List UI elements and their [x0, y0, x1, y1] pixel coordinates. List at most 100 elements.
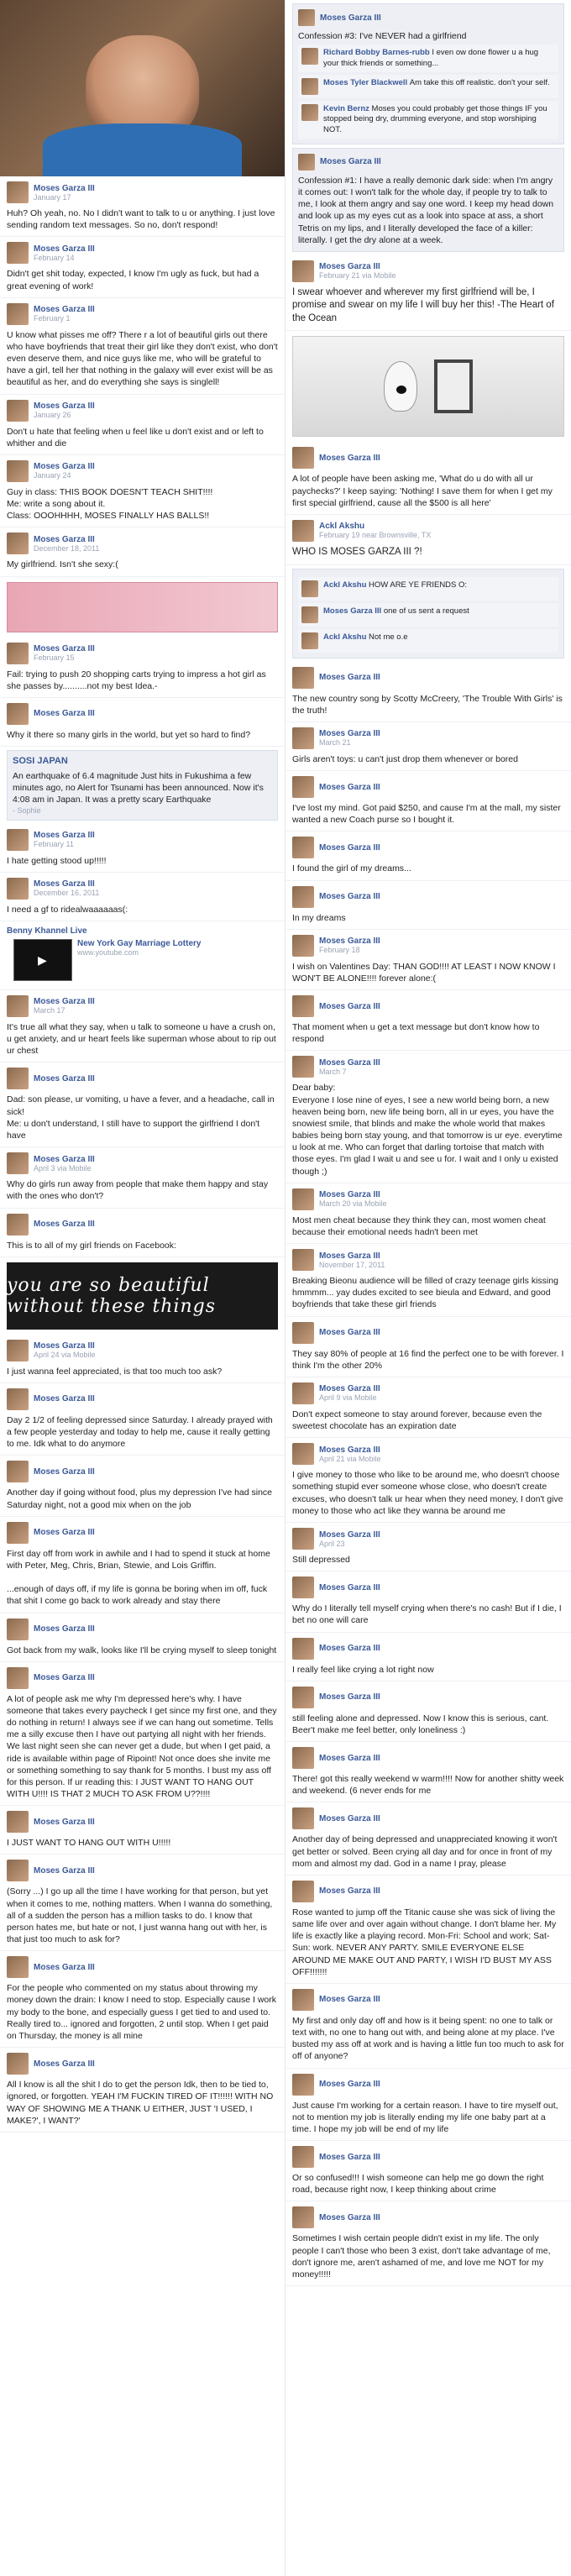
avatar[interactable]: [292, 519, 314, 542]
avatar[interactable]: [7, 2053, 29, 2075]
comment-author[interactable]: Richard Bobby Barnes-rubb: [323, 48, 432, 57]
author-name[interactable]: Moses Garza III: [34, 1963, 95, 1972]
author-name[interactable]: Moses Garza III: [319, 936, 380, 946]
video-attachment[interactable]: New York Gay Marriage Lotterywww.youtube…: [13, 938, 271, 981]
author-name[interactable]: Moses Garza III: [319, 2153, 380, 2162]
post-time[interactable]: April 21 via Mobile: [319, 1455, 381, 1463]
avatar[interactable]: [292, 837, 314, 859]
post-time[interactable]: April 3 via Mobile: [34, 1164, 95, 1173]
avatar[interactable]: [292, 2073, 314, 2096]
author-name[interactable]: Moses Garza III: [34, 184, 95, 193]
avatar[interactable]: [292, 1188, 314, 1210]
post-time[interactable]: March 20 via Mobile: [319, 1199, 387, 1208]
page-name[interactable]: SOSI JAPAN: [13, 756, 272, 766]
avatar[interactable]: [292, 1249, 314, 1272]
author-name[interactable]: Moses Garza III: [34, 462, 95, 471]
avatar[interactable]: [292, 260, 314, 282]
post-time[interactable]: February 18: [319, 946, 380, 954]
author-name[interactable]: Moses Garza III: [319, 673, 380, 682]
post-time[interactable]: December 16, 2011: [34, 889, 99, 897]
author-name[interactable]: Moses Garza III: [34, 1155, 95, 1164]
author-name[interactable]: Moses Garza III: [34, 244, 95, 254]
author-name[interactable]: Moses Garza III: [34, 1528, 95, 1537]
avatar[interactable]: [292, 934, 314, 957]
avatar[interactable]: [7, 1068, 29, 1090]
author-name[interactable]: Moses Garza III: [34, 1818, 95, 1827]
avatar[interactable]: [301, 103, 318, 121]
author-name[interactable]: Moses Garza III: [319, 1530, 380, 1540]
avatar[interactable]: [7, 642, 29, 664]
post-time[interactable]: January 26: [34, 411, 95, 419]
post-time[interactable]: April 23: [319, 1540, 380, 1548]
author-name[interactable]: Moses Garza III: [34, 535, 99, 544]
avatar[interactable]: [292, 885, 314, 908]
author-name[interactable]: Moses Garza III: [319, 262, 396, 271]
author-name[interactable]: Moses Garza III: [34, 1220, 95, 1229]
avatar[interactable]: [292, 1747, 314, 1770]
avatar[interactable]: [292, 1321, 314, 1344]
author-name[interactable]: Moses Garza III: [319, 1445, 381, 1455]
post-time[interactable]: December 18, 2011: [34, 544, 99, 553]
avatar[interactable]: [7, 877, 29, 900]
author-name[interactable]: Moses Garza III: [319, 843, 380, 853]
author-name[interactable]: Moses Garza III: [319, 1814, 380, 1823]
author-name[interactable]: Moses Garza III: [319, 454, 380, 463]
avatar[interactable]: [292, 2146, 314, 2169]
avatar[interactable]: [292, 1988, 314, 2011]
author-name[interactable]: Ackl Akshu: [319, 522, 431, 531]
comment-author[interactable]: Moses Tyler Blackwell: [323, 78, 410, 87]
avatar[interactable]: [292, 1528, 314, 1550]
avatar[interactable]: [292, 1577, 314, 1599]
avatar[interactable]: [301, 606, 318, 623]
avatar[interactable]: [292, 1443, 314, 1466]
avatar[interactable]: [7, 1860, 29, 1882]
avatar[interactable]: [301, 580, 318, 597]
avatar[interactable]: [7, 1956, 29, 1979]
post-time[interactable]: January 17: [34, 193, 95, 202]
author-name[interactable]: Moses Garza III: [319, 1692, 380, 1702]
author-name[interactable]: Moses Garza III: [34, 1394, 95, 1403]
author-name[interactable]: Moses Garza III: [319, 1583, 380, 1592]
comment-author[interactable]: Moses Garza III: [323, 606, 384, 616]
avatar[interactable]: [7, 1152, 29, 1175]
avatar[interactable]: [7, 1388, 29, 1410]
avatar[interactable]: [7, 1213, 29, 1236]
avatar[interactable]: [7, 1521, 29, 1544]
comment-author[interactable]: Kevin Bernz: [323, 104, 372, 113]
author-name[interactable]: Moses Garza III: [319, 2213, 380, 2222]
author-name[interactable]: Moses Garza III: [34, 2059, 95, 2069]
author-name[interactable]: Moses Garza III: [34, 1624, 95, 1634]
author-name[interactable]: Moses Garza III: [34, 1467, 95, 1477]
author-name[interactable]: Moses Garza III: [319, 892, 380, 901]
author-name[interactable]: Moses Garza III: [319, 1328, 380, 1337]
author-name[interactable]: Moses Garza III: [319, 1384, 380, 1393]
author-name[interactable]: Moses Garza III: [319, 1644, 380, 1653]
author-name[interactable]: Moses Garza III: [34, 709, 95, 718]
avatar[interactable]: [292, 995, 314, 1018]
post-time[interactable]: February 15: [34, 653, 95, 662]
post-time[interactable]: February 1: [34, 314, 95, 323]
avatar[interactable]: [7, 1666, 29, 1689]
video-title[interactable]: New York Gay Marriage Lottery: [77, 939, 201, 948]
avatar[interactable]: [301, 77, 318, 95]
post-time[interactable]: February 11: [34, 840, 95, 848]
avatar[interactable]: [292, 1637, 314, 1660]
avatar[interactable]: [292, 1056, 314, 1078]
post-time[interactable]: April 9 via Mobile: [319, 1393, 380, 1402]
author-name[interactable]: Moses Garza III: [319, 1251, 385, 1261]
author-name[interactable]: Moses Garza III: [34, 1866, 95, 1876]
post-time[interactable]: February 14: [34, 254, 95, 262]
post-time[interactable]: April 24 via Mobile: [34, 1351, 96, 1359]
avatar[interactable]: [7, 533, 29, 555]
avatar[interactable]: [7, 242, 29, 265]
author-name[interactable]: Moses Garza III: [34, 644, 95, 653]
avatar[interactable]: [292, 1686, 314, 1708]
avatar[interactable]: [301, 632, 318, 649]
avatar[interactable]: [7, 994, 29, 1017]
avatar[interactable]: [7, 1461, 29, 1483]
post-time[interactable]: February 21 via Mobile: [319, 271, 396, 280]
avatar[interactable]: [7, 828, 29, 851]
author-name[interactable]: Moses Garza III: [34, 1341, 96, 1351]
author-name[interactable]: Moses Garza III: [34, 305, 95, 314]
avatar[interactable]: [7, 702, 29, 725]
